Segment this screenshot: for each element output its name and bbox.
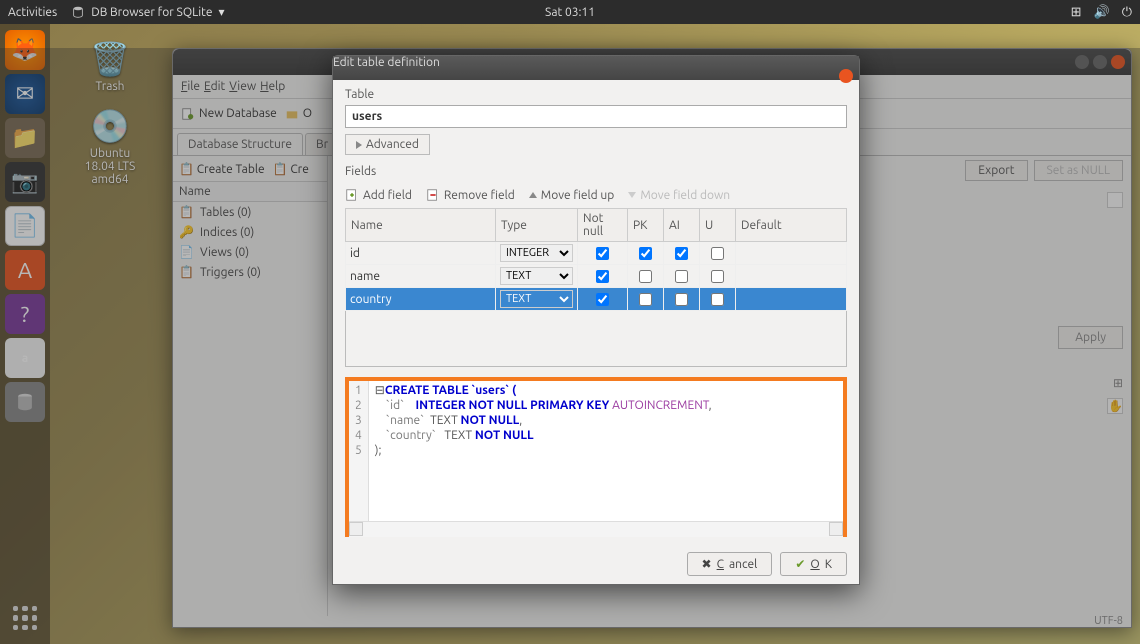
move-field-down-button: Move field down [628,189,730,202]
scroll-left-icon[interactable] [349,522,363,536]
add-field-button[interactable]: Add field [345,188,412,202]
field-row[interactable]: nameTEXT [346,265,847,288]
col-ai: AI [664,209,700,242]
fields-toolbar: Add field Remove field Move field up Mov… [345,182,847,208]
field-name-cell[interactable]: country [346,288,496,311]
sql-preview-highlighted: 12345 ⊟CREATE TABLE `users` ( `id` INTEG… [345,377,847,537]
arrow-up-icon [529,192,537,198]
cancel-x-icon: ✖ [702,557,712,571]
field-type-select[interactable]: INTEGER [500,244,573,262]
network-icon[interactable]: ⊞ [1071,5,1082,20]
field-pk-checkbox[interactable] [639,270,652,283]
ok-button[interactable]: ✔OK [780,552,847,576]
edit-table-modal: Edit table definition Table Advanced Fie… [332,55,860,585]
scroll-right-icon[interactable] [829,522,843,536]
field-type-select[interactable]: TEXT [500,267,573,285]
field-row[interactable]: idINTEGER [346,242,847,265]
sql-gutter: 12345 [349,381,369,521]
database-icon [71,5,85,19]
cancel-button[interactable]: ✖Cancel [687,552,773,576]
table-name-input[interactable] [345,105,847,128]
field-default-cell[interactable] [736,265,847,288]
modal-close-icon[interactable] [839,69,853,83]
field-row[interactable]: countryTEXT [346,288,847,311]
add-icon [345,188,359,202]
advanced-toggle[interactable]: Advanced [345,134,430,155]
field-default-cell[interactable] [736,242,847,265]
field-ai-checkbox[interactable] [675,247,688,260]
remove-field-button[interactable]: Remove field [426,188,515,202]
field-default-cell[interactable] [736,288,847,311]
field-nn-checkbox[interactable] [596,247,609,260]
volume-icon[interactable]: 🔊 [1094,5,1110,20]
col-default: Default [736,209,847,242]
field-ai-checkbox[interactable] [675,270,688,283]
chevron-right-icon [356,141,362,149]
modal-titlebar: Edit table definition [333,56,859,80]
arrow-down-icon [628,192,636,198]
col-u: U [700,209,736,242]
field-pk-checkbox[interactable] [639,247,652,260]
remove-icon [426,188,440,202]
field-nn-checkbox[interactable] [596,270,609,283]
field-name-cell[interactable]: name [346,265,496,288]
field-u-checkbox[interactable] [711,247,724,260]
app-menu[interactable]: DB Browser for SQLite ▾ [71,5,224,19]
col-notnull: Not null [578,209,628,242]
gnome-topbar: Activities DB Browser for SQLite ▾ Sat 0… [0,0,1140,24]
field-nn-checkbox[interactable] [596,293,609,306]
activities-button[interactable]: Activities [8,6,57,19]
ok-check-icon: ✔ [795,557,805,571]
clock[interactable]: Sat 03:11 [545,6,595,19]
field-ai-checkbox[interactable] [675,293,688,306]
col-pk: PK [628,209,664,242]
field-u-checkbox[interactable] [711,293,724,306]
col-type: Type [496,209,578,242]
field-name-cell[interactable]: id [346,242,496,265]
table-label: Table [345,88,847,101]
sql-code[interactable]: ⊟CREATE TABLE `users` ( `id` INTEGER NOT… [369,381,718,521]
field-pk-checkbox[interactable] [639,293,652,306]
field-u-checkbox[interactable] [711,270,724,283]
move-field-up-button[interactable]: Move field up [529,189,615,202]
fields-label: Fields [345,165,847,178]
col-name: Name [346,209,496,242]
sql-scrollbar[interactable] [349,521,843,537]
power-icon[interactable]: ⏻ [1122,5,1132,20]
fields-table: Name Type Not null PK AI U Default idINT… [345,208,847,311]
field-type-select[interactable]: TEXT [500,290,573,308]
